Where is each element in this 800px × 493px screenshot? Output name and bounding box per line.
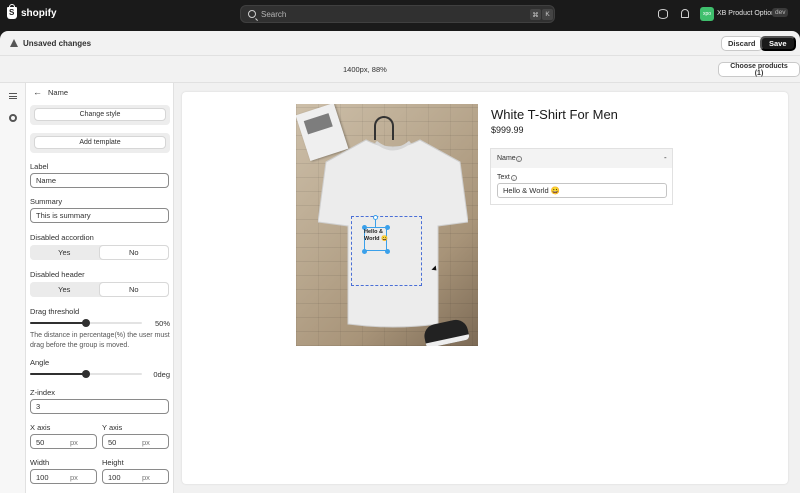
discard-button[interactable]: Discard <box>721 36 763 51</box>
angle-label: Angle <box>30 358 50 367</box>
panel-header: ← Name <box>26 83 173 101</box>
y-axis-value: 50 <box>108 438 117 447</box>
y-axis-input[interactable]: 50 px <box>102 434 169 449</box>
unsaved-message: Unsaved changes <box>23 39 92 48</box>
slider-thumb[interactable] <box>82 370 90 378</box>
rotate-line <box>375 219 376 227</box>
slider-thumb[interactable] <box>82 319 90 327</box>
disabled-accordion-label: Disabled accordion <box>30 233 94 242</box>
resize-handle-br[interactable] <box>385 249 390 254</box>
shopify-logo[interactable]: shopify <box>7 4 57 19</box>
add-template-button[interactable]: Add template <box>34 136 166 149</box>
list-icon[interactable] <box>9 93 17 99</box>
z-index-input[interactable]: 3 <box>30 399 169 414</box>
brand-name: shopify <box>21 7 57 19</box>
search-placeholder: Search <box>261 9 287 19</box>
width-unit: px <box>70 473 78 482</box>
resize-handle-bl[interactable] <box>362 249 367 254</box>
arrow-left-icon[interactable]: ← <box>33 87 42 97</box>
save-button[interactable]: Save <box>760 36 796 51</box>
disabled-accordion-toggle: Yes No <box>30 245 169 260</box>
summary-field-label: Summary <box>30 197 63 206</box>
bell-icon[interactable] <box>681 9 689 18</box>
x-axis-label: X axis <box>30 423 51 432</box>
search-bar[interactable]: Search ⌘ K <box>240 5 555 23</box>
x-axis-unit: px <box>70 438 78 447</box>
drag-threshold-slider[interactable] <box>30 318 142 328</box>
angle-value: 0deg <box>153 370 170 379</box>
option-card: Name i - Text i Hello & World 😀 <box>490 148 673 205</box>
width-label: Width <box>30 458 50 467</box>
add-template-wrap: Add template <box>30 133 170 153</box>
rotate-handle[interactable] <box>373 215 378 220</box>
label-input[interactable]: Name <box>30 173 169 188</box>
summary-input[interactable]: This is summary <box>30 208 169 223</box>
height-unit: px <box>142 473 150 482</box>
drag-threshold-label: Drag threshold <box>30 307 80 316</box>
z-index-label: Z-index <box>30 388 56 397</box>
width-input[interactable]: 100 px <box>30 469 97 484</box>
artwork-text: Hello & World 😀 <box>364 229 388 242</box>
shortcut-key-k: K <box>542 9 553 20</box>
disabled-header-yes[interactable]: Yes <box>30 282 99 297</box>
disabled-header-toggle: Yes No <box>30 282 169 297</box>
product-price: $999.99 <box>491 125 524 135</box>
option-name: Name <box>497 155 516 162</box>
shopify-bag-icon <box>7 4 17 19</box>
option-header[interactable]: Name i - <box>491 149 672 168</box>
height-value: 100 <box>108 473 121 482</box>
preview-canvas <box>182 92 788 484</box>
change-style-wrap: Change style <box>30 105 170 125</box>
top-bar: shopify Search ⌘ K xpo XB Product Option… <box>0 0 800 28</box>
disabled-header-label: Disabled header <box>30 270 85 279</box>
preview-header: 1400px, 88% Choose products (1) <box>0 56 800 83</box>
gear-icon[interactable] <box>9 114 17 122</box>
slider-fill <box>30 322 86 324</box>
app-avatar[interactable]: xpo <box>700 7 714 21</box>
warning-icon <box>10 39 18 47</box>
drag-threshold-value: 50% <box>154 319 170 328</box>
height-label: Height <box>102 458 124 467</box>
viewport-label: 1400px, 88% <box>343 65 387 74</box>
disabled-header-no[interactable]: No <box>98 282 169 297</box>
text-option-input[interactable]: Hello & World 😀 <box>497 183 667 198</box>
x-axis-input[interactable]: 50 px <box>30 434 97 449</box>
product-title: White T-Shirt For Men <box>491 107 618 122</box>
height-input[interactable]: 100 px <box>102 469 169 484</box>
save-bar: Unsaved changes Discard Save <box>0 31 800 56</box>
choose-products-button[interactable]: Choose products (1) <box>718 62 800 77</box>
shortcut-key-cmd: ⌘ <box>530 9 541 20</box>
icon-rail <box>0 83 26 493</box>
settings-panel: ← Name Change style Add template Label N… <box>26 83 174 493</box>
info-icon: i <box>511 175 517 181</box>
collapse-icon[interactable]: - <box>664 153 667 162</box>
database-icon[interactable] <box>658 9 668 19</box>
label-field-label: Label <box>30 162 49 171</box>
dev-badge: dev <box>772 8 789 17</box>
panel-title: Name <box>48 87 69 97</box>
change-style-button[interactable]: Change style <box>34 108 166 121</box>
y-axis-label: Y axis <box>102 423 123 432</box>
angle-slider[interactable] <box>30 369 142 379</box>
x-axis-value: 50 <box>36 438 45 447</box>
disabled-accordion-no[interactable]: No <box>98 245 169 260</box>
width-value: 100 <box>36 473 49 482</box>
store-name[interactable]: XB Product Options <box>717 10 778 17</box>
disabled-accordion-yes[interactable]: Yes <box>30 245 99 260</box>
search-icon <box>248 10 256 18</box>
slider-fill <box>30 373 86 375</box>
info-icon: i <box>516 156 522 162</box>
y-axis-unit: px <box>142 438 150 447</box>
drag-threshold-help: The distance in percentage(%) the user m… <box>30 332 170 349</box>
text-option-label: Text <box>497 174 510 181</box>
